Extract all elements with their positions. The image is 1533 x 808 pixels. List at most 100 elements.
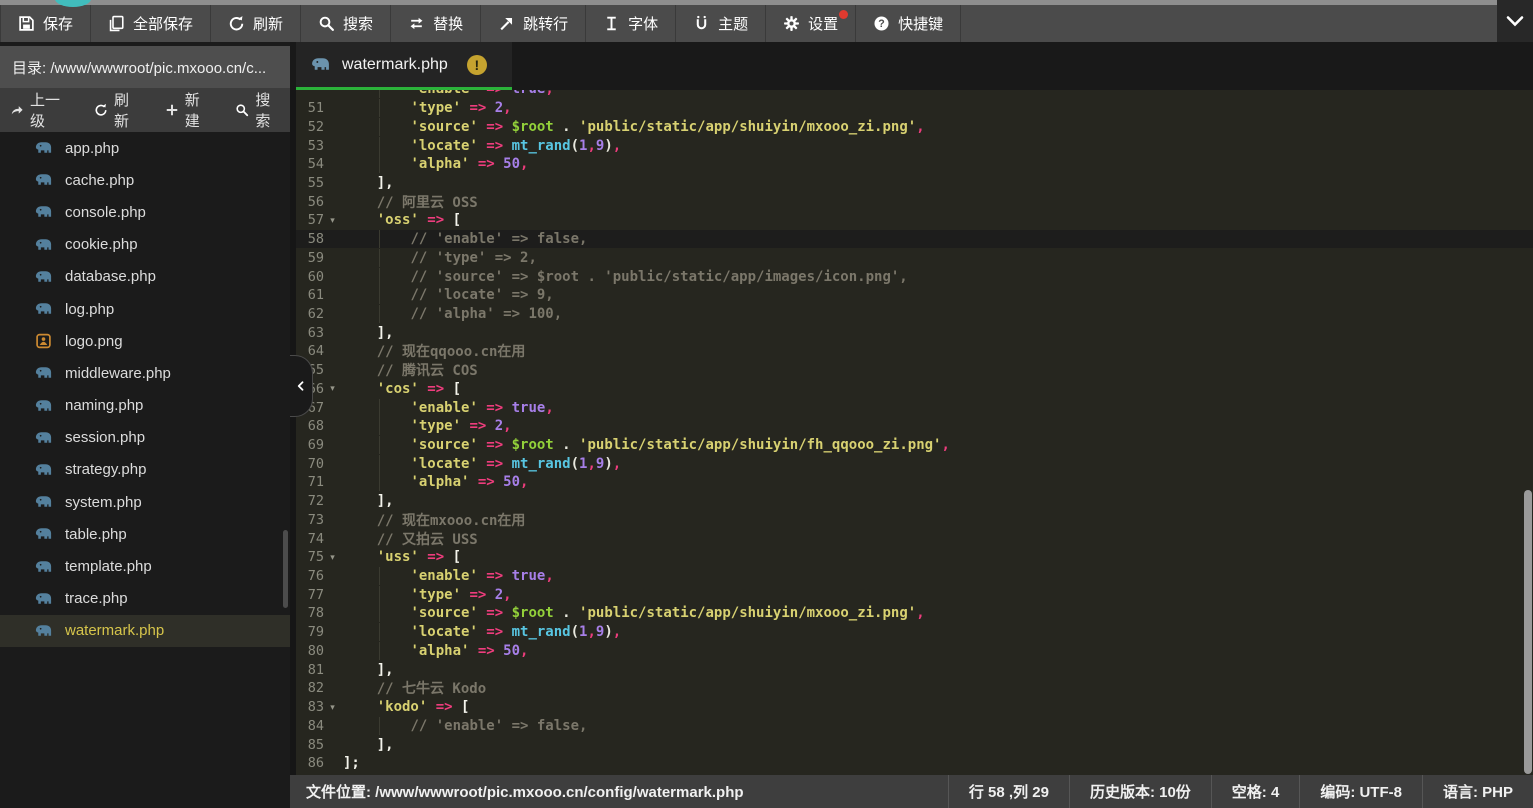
code-line[interactable]: 73 // 现在mxooo.cn在用 [296, 511, 1533, 530]
code-editor[interactable]: 'enable' => true,51 'type' => 2,52 'sour… [290, 90, 1533, 775]
sidebar-scrollbar[interactable] [283, 530, 288, 608]
code-line[interactable]: 84 // 'enable' => false, [296, 716, 1533, 735]
line-number[interactable]: 77 [296, 587, 326, 603]
fold-icon[interactable]: ▾ [326, 215, 339, 226]
file-item-strategy.php[interactable]: strategy.php [0, 454, 290, 486]
toolbar-button-theme[interactable]: 主题 [676, 5, 766, 42]
line-number[interactable]: 85 [296, 737, 326, 753]
toolbar-button-gotoline[interactable]: 跳转行 [481, 5, 586, 42]
line-number[interactable]: 72 [296, 493, 326, 509]
code-line[interactable]: 55 ], [296, 174, 1533, 193]
line-number[interactable]: 52 [296, 119, 326, 135]
file-item-middleware.php[interactable]: middleware.php [0, 357, 290, 389]
code-line[interactable]: 77 'type' => 2, [296, 585, 1533, 604]
file-item-console.php[interactable]: console.php [0, 196, 290, 228]
file-item-cache.php[interactable]: cache.php [0, 164, 290, 196]
code-line[interactable]: 81 ], [296, 660, 1533, 679]
toolbar-button-settings[interactable]: 设置 [766, 5, 856, 42]
code-line[interactable]: 70 'locate' => mt_rand(1,9), [296, 454, 1533, 473]
toolbar-button-hotkeys[interactable]: ?快捷键 [856, 5, 961, 42]
line-number[interactable]: 74 [296, 531, 326, 547]
line-number[interactable]: 58 [296, 231, 326, 247]
code-line[interactable]: 64 // 现在qqooo.cn在用 [296, 342, 1533, 361]
code-line[interactable]: 67 'enable' => true, [296, 398, 1533, 417]
code-line[interactable]: 54 'alpha' => 50, [296, 155, 1533, 174]
sidebar-action-uplevel[interactable]: 上一级 [10, 89, 68, 131]
code-line[interactable]: 72 ], [296, 492, 1533, 511]
line-number[interactable]: 75 [296, 549, 326, 565]
line-number[interactable]: 51 [296, 100, 326, 116]
line-number[interactable]: 56 [296, 194, 326, 210]
line-number[interactable]: 71 [296, 474, 326, 490]
file-item-log.php[interactable]: log.php [0, 293, 290, 325]
line-number[interactable]: 53 [296, 138, 326, 154]
code-line[interactable]: 56 // 阿里云 OSS [296, 192, 1533, 211]
line-number[interactable]: 70 [296, 456, 326, 472]
line-number[interactable]: 78 [296, 605, 326, 621]
code-line[interactable]: 85 ], [296, 735, 1533, 754]
code-line[interactable]: 'enable' => true, [296, 90, 1533, 99]
line-number[interactable]: 60 [296, 269, 326, 285]
line-number[interactable]: 73 [296, 512, 326, 528]
fold-icon[interactable]: ▾ [326, 702, 339, 713]
line-number[interactable]: 57 [296, 212, 326, 228]
code-line[interactable]: 60 // 'source' => $root . 'public/static… [296, 267, 1533, 286]
line-number[interactable]: 61 [296, 287, 326, 303]
status-item-2[interactable]: 空格: 4 [1211, 775, 1300, 808]
code-line[interactable]: 63 ], [296, 323, 1533, 342]
code-line[interactable]: 57▾ 'oss' => [ [296, 211, 1533, 230]
code-line[interactable]: 80 'alpha' => 50, [296, 642, 1533, 661]
code-line[interactable]: 74 // 又拍云 USS [296, 529, 1533, 548]
line-number[interactable]: 55 [296, 175, 326, 191]
toolbar-button-replace[interactable]: 替换 [391, 5, 481, 42]
line-number[interactable]: 69 [296, 437, 326, 453]
status-item-0[interactable]: 行 58 ,列 29 [948, 775, 1069, 808]
code-line[interactable]: 71 'alpha' => 50, [296, 473, 1533, 492]
file-item-watermark.php[interactable]: watermark.php [0, 615, 290, 647]
toolbar-collapse-button[interactable] [1497, 0, 1533, 42]
toolbar-button-save[interactable]: 保存 [0, 5, 91, 42]
status-item-1[interactable]: 历史版本: 10份 [1069, 775, 1211, 808]
file-item-logo.png[interactable]: logo.png [0, 325, 290, 357]
code-line[interactable]: 86]; [296, 754, 1533, 773]
line-number[interactable]: 80 [296, 643, 326, 659]
line-number[interactable]: 63 [296, 325, 326, 341]
code-line[interactable]: 82 // 七牛云 Kodo [296, 679, 1533, 698]
toolbar-button-search[interactable]: 搜索 [301, 5, 391, 42]
tab-watermark-php[interactable]: watermark.php ! [296, 42, 512, 90]
file-item-trace.php[interactable]: trace.php [0, 583, 290, 615]
sidebar-action-plus[interactable]: 新建 [165, 89, 210, 131]
code-line[interactable]: 78 'source' => $root . 'public/static/ap… [296, 604, 1533, 623]
line-number[interactable]: 62 [296, 306, 326, 322]
code-line[interactable]: 83▾ 'kodo' => [ [296, 698, 1533, 717]
line-number[interactable]: 76 [296, 568, 326, 584]
code-line[interactable]: 61 // 'locate' => 9, [296, 286, 1533, 305]
sidebar-collapse-handle[interactable] [290, 355, 313, 417]
code-line[interactable]: 66▾ 'cos' => [ [296, 380, 1533, 399]
code-line[interactable]: 76 'enable' => true, [296, 567, 1533, 586]
code-line[interactable]: 53 'locate' => mt_rand(1,9), [296, 136, 1533, 155]
file-item-naming.php[interactable]: naming.php [0, 390, 290, 422]
line-number[interactable]: 79 [296, 624, 326, 640]
line-number[interactable]: 86 [296, 755, 326, 771]
file-item-system.php[interactable]: system.php [0, 486, 290, 518]
toolbar-button-saveall[interactable]: 全部保存 [91, 5, 211, 42]
code-line[interactable]: 62 // 'alpha' => 100, [296, 305, 1533, 324]
line-number[interactable]: 83 [296, 699, 326, 715]
code-line[interactable]: 79 'locate' => mt_rand(1,9), [296, 623, 1533, 642]
fold-icon[interactable]: ▾ [326, 383, 339, 394]
fold-icon[interactable]: ▾ [326, 552, 339, 563]
code-line[interactable]: 68 'type' => 2, [296, 417, 1533, 436]
toolbar-button-font[interactable]: 字体 [586, 5, 676, 42]
code-line[interactable]: 58 // 'enable' => false, [296, 230, 1533, 249]
file-item-app.php[interactable]: app.php [0, 132, 290, 164]
code-line[interactable]: 65 // 腾讯云 COS [296, 361, 1533, 380]
line-number[interactable]: 84 [296, 718, 326, 734]
toolbar-button-refresh[interactable]: 刷新 [211, 5, 301, 42]
editor-scrollbar[interactable] [1524, 490, 1532, 774]
line-number[interactable]: 82 [296, 680, 326, 696]
file-item-table.php[interactable]: table.php [0, 518, 290, 550]
sidebar-action-search[interactable]: 搜索 [235, 89, 280, 131]
code-line[interactable]: 51 'type' => 2, [296, 99, 1533, 118]
file-item-cookie.php[interactable]: cookie.php [0, 229, 290, 261]
